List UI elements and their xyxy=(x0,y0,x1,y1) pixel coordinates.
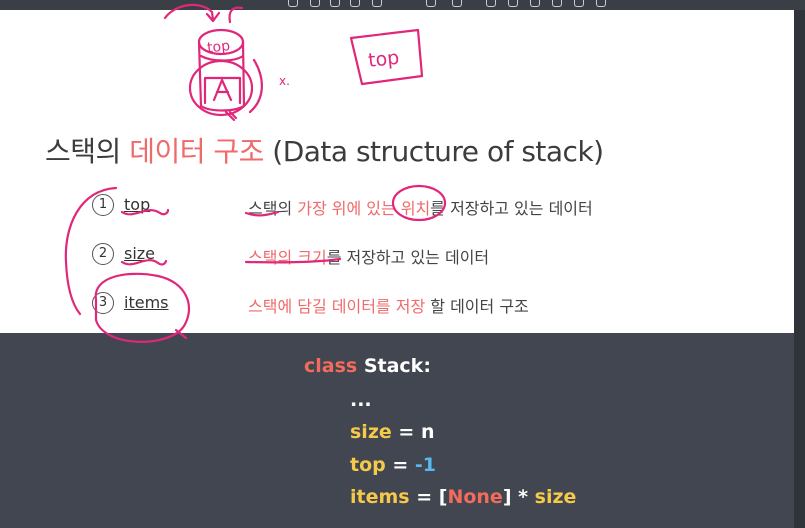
code-line-ellipsis: ... xyxy=(350,389,372,411)
code-operator: = xyxy=(385,454,415,476)
code-number: -1 xyxy=(414,454,437,476)
desc-highlight: 스택의 크기 xyxy=(248,248,327,267)
desc-text: 할 데이터 구조 xyxy=(425,297,529,316)
code-line-items: items = [None] * size xyxy=(350,486,576,508)
code-value: n xyxy=(420,421,435,443)
toolbar-tool-icon[interactable] xyxy=(530,0,540,7)
code-operator: = xyxy=(391,421,421,443)
toolbar-tool-icon[interactable] xyxy=(426,0,436,7)
code-variable: items xyxy=(350,486,410,508)
desc-text: 를 저장하고 있는 데이터 xyxy=(326,248,490,267)
toolbar-tool-icon[interactable] xyxy=(574,0,584,7)
slide-title: 스택의 데이터 구조 (Data structure of stack) xyxy=(45,130,604,170)
toolbar-tool-icon[interactable] xyxy=(486,0,496,7)
circled-number: 1 xyxy=(92,194,114,216)
code-variable: top xyxy=(350,454,386,476)
toolbar-tool-icon[interactable] xyxy=(452,0,462,7)
desc-text: 스택의 xyxy=(248,199,298,218)
scrollbar[interactable] xyxy=(794,10,805,528)
code-operator: = [ xyxy=(409,486,448,508)
term-description: 스택의 가장 위에 있는 위치를 저장하고 있는 데이터 xyxy=(248,195,593,219)
code-line-size: size = n xyxy=(350,421,434,443)
circled-number: 3 xyxy=(92,292,114,314)
slide: 스택의 데이터 구조 (Data structure of stack) 1 t… xyxy=(0,10,794,333)
code-keyword: class xyxy=(304,355,358,377)
toolbar-tool-icon[interactable] xyxy=(310,0,320,7)
code-none-keyword: None xyxy=(447,486,503,508)
code-operator: ] * xyxy=(502,486,535,508)
toolbar-tool-icon[interactable] xyxy=(350,0,360,7)
toolbar-tool-icon[interactable] xyxy=(372,0,382,7)
desc-highlight: 스택에 담길 데이터를 저장 xyxy=(248,297,426,316)
toolbar-tool-icon[interactable] xyxy=(330,0,340,7)
term-description: 스택의 크기를 저장하고 있는 데이터 xyxy=(248,244,489,268)
term-items: items xyxy=(124,293,169,312)
term-size: size xyxy=(124,244,156,263)
desc-highlight: 가장 위에 있는 위치 xyxy=(297,199,431,218)
code-variable: size xyxy=(534,486,577,508)
code-variable: size xyxy=(350,421,392,443)
title-part2: (Data structure of stack) xyxy=(263,135,604,168)
title-accent: 데이터 구조 xyxy=(129,135,264,168)
viewer-toolbar xyxy=(0,0,805,10)
toolbar-tool-icon[interactable] xyxy=(508,0,518,7)
toolbar-tool-icon[interactable] xyxy=(596,0,606,7)
toolbar-tool-icon[interactable] xyxy=(552,0,562,7)
code-block: class Stack: ... size = n top = -1 items… xyxy=(0,333,794,528)
desc-text: 를 저장하고 있는 데이터 xyxy=(430,199,593,218)
code-line-class: class Stack: xyxy=(304,355,431,377)
term-description: 스택에 담길 데이터를 저장 할 데이터 구조 xyxy=(248,293,529,317)
circled-number: 2 xyxy=(92,243,114,265)
code-text: Stack: xyxy=(357,355,431,377)
term-top: top xyxy=(124,195,151,214)
code-line-top: top = -1 xyxy=(350,454,436,476)
code-text: ... xyxy=(350,389,372,411)
title-part1: 스택의 xyxy=(45,135,130,168)
toolbar-tool-icon[interactable] xyxy=(288,0,298,7)
screen: 스택의 데이터 구조 (Data structure of stack) 1 t… xyxy=(0,0,805,528)
